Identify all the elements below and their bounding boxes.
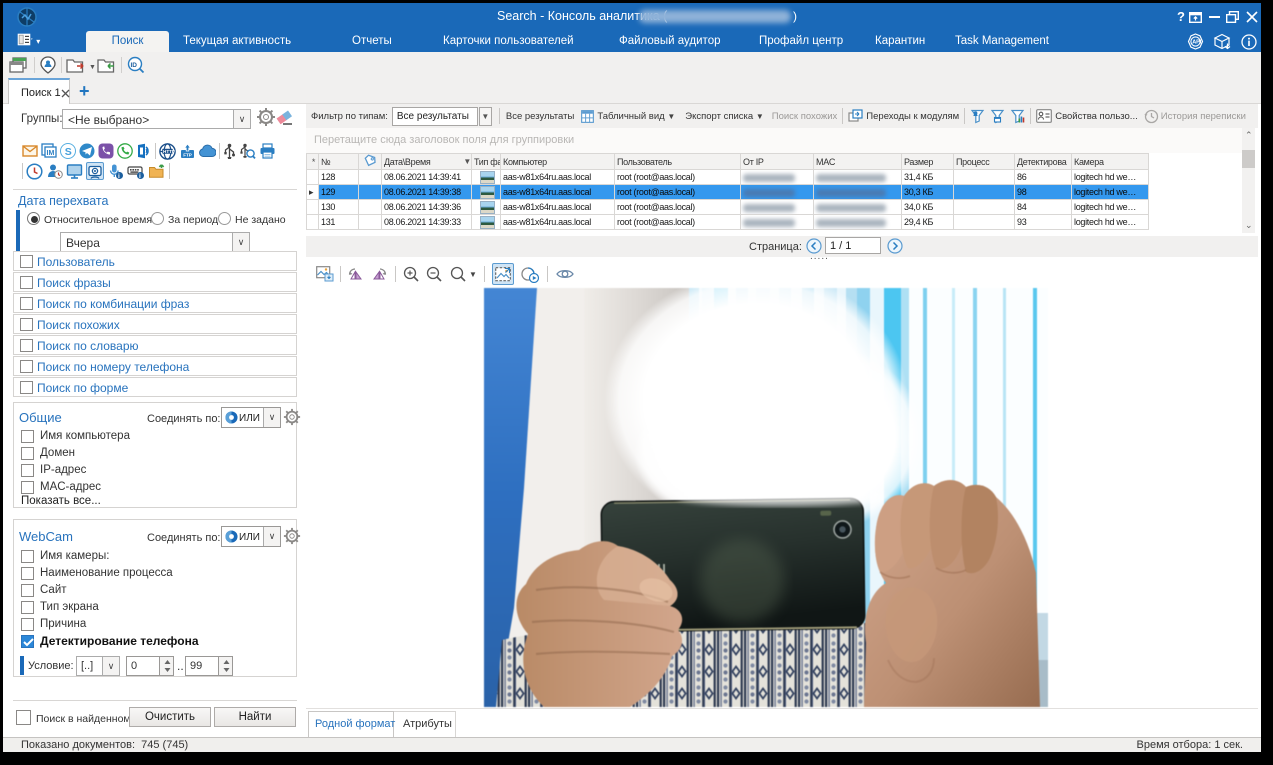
- svg-text:IM: IM: [47, 150, 55, 157]
- svg-text:S: S: [65, 146, 72, 158]
- svg-text:ID: ID: [131, 62, 138, 69]
- svg-text:i: i: [118, 173, 120, 180]
- svg-text:FTP: FTP: [183, 152, 192, 157]
- svg-text:HTTP: HTTP: [163, 148, 175, 153]
- svg-text:i: i: [139, 173, 141, 180]
- svg-text:API: API: [1192, 40, 1202, 46]
